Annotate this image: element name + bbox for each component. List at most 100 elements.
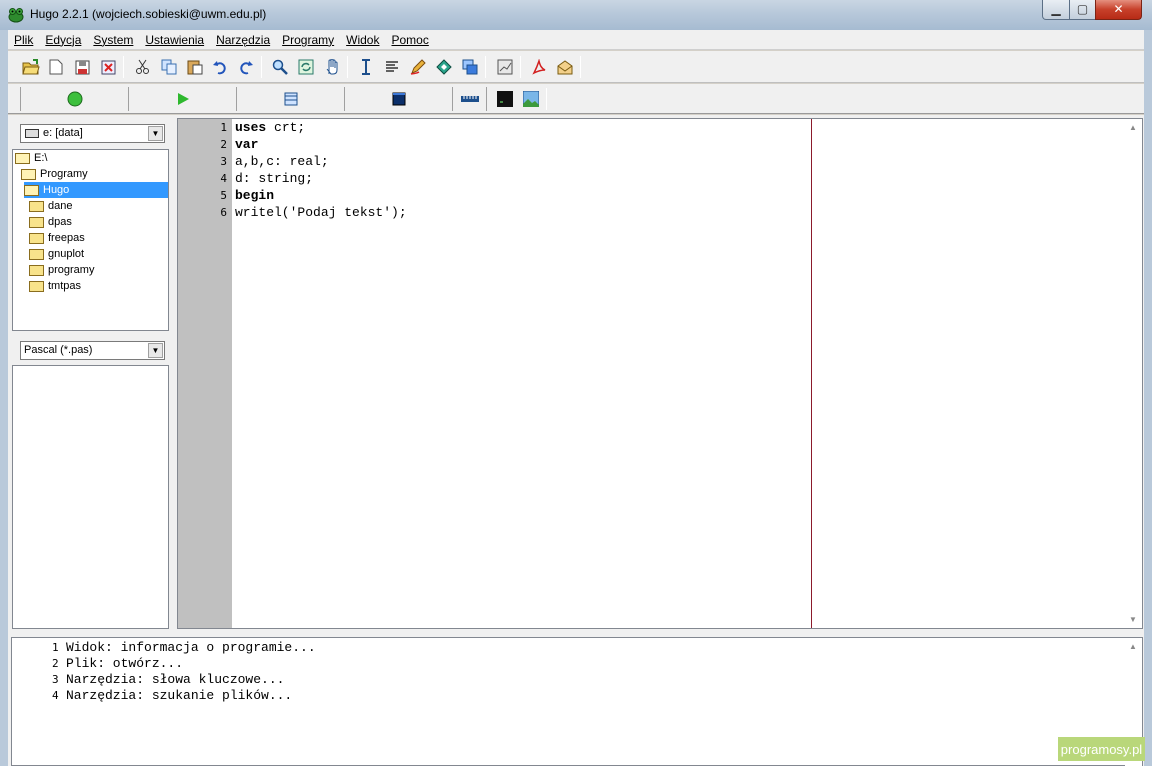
keyword: var <box>235 137 259 152</box>
tree-node-label: freepas <box>48 232 85 244</box>
folder-icon <box>29 248 44 260</box>
diamond-icon[interactable] <box>433 56 455 78</box>
code-line-5: begin <box>235 188 274 203</box>
line-number: 2 <box>52 657 59 670</box>
menu-edycja[interactable]: Edycja <box>39 30 87 47</box>
menu-pomoc[interactable]: Pomoc <box>385 30 434 47</box>
folder-icon <box>29 232 44 244</box>
tree-node-label: gnuplot <box>48 248 85 260</box>
redo-icon[interactable] <box>235 56 257 78</box>
folder-icon <box>29 200 44 212</box>
toolbar-separator <box>261 56 262 78</box>
log-line-4: Narzędzia: szukanie plików... <box>66 688 293 703</box>
pdf-icon[interactable] <box>528 56 550 78</box>
frog-icon <box>8 8 24 23</box>
menu-system[interactable]: System <box>87 30 139 47</box>
chevron-down-icon[interactable]: ▼ <box>148 126 163 141</box>
folder-icon <box>29 216 44 228</box>
terminal-icon[interactable] <box>494 88 516 110</box>
new-file-icon[interactable] <box>45 56 67 78</box>
code-line-3: a,b,c: real; <box>235 154 329 169</box>
list-icon[interactable] <box>381 56 403 78</box>
menu-ustawienia[interactable]: Ustawienia <box>139 30 210 47</box>
windows-icon[interactable] <box>459 56 481 78</box>
toolbar-separator <box>347 56 348 78</box>
find-icon[interactable] <box>269 56 291 78</box>
editor-scrollbar[interactable]: ▲ ▼ <box>1125 119 1142 628</box>
menu-programy[interactable]: Programy <box>276 30 340 47</box>
scroll-up-arrow[interactable]: ▲ <box>1129 642 1137 651</box>
tree-node-hugo[interactable]: Hugo <box>24 182 168 198</box>
file-filter-label: Pascal (*.pas) <box>24 344 93 356</box>
tree-node-e-drive[interactable]: E:\ <box>15 150 47 166</box>
pen-icon[interactable] <box>407 56 429 78</box>
drive-label: e: [data] <box>43 127 83 139</box>
run-button[interactable] <box>129 87 237 111</box>
drive-icon <box>25 129 39 138</box>
text-cursor-icon[interactable] <box>355 56 377 78</box>
close-file-icon[interactable] <box>97 56 119 78</box>
window-icon <box>284 92 297 106</box>
open-folder-icon[interactable] <box>20 56 42 78</box>
line-number: 2 <box>220 138 227 151</box>
toolbar-separator <box>580 56 581 78</box>
line-number: 6 <box>220 206 227 219</box>
ruler-button[interactable] <box>453 87 487 111</box>
file-filter-select[interactable]: Pascal (*.pas) ▼ <box>20 341 165 360</box>
close-window-button[interactable]: ✕ <box>1095 0 1142 20</box>
scroll-down-arrow[interactable]: ▼ <box>1129 615 1137 624</box>
scroll-up-arrow[interactable]: ▲ <box>1129 123 1137 132</box>
tree-node-freepas[interactable]: freepas <box>29 230 85 246</box>
menu-narzedzia[interactable]: Narzędzia <box>210 30 276 47</box>
tree-node-programy[interactable]: Programy <box>21 166 88 182</box>
copy-icon[interactable] <box>158 56 180 78</box>
code-line-2: var <box>235 137 258 152</box>
line-number: 5 <box>220 189 227 202</box>
tree-node-dane[interactable]: dane <box>29 198 72 214</box>
menu-plik[interactable]: Plik <box>8 30 39 47</box>
toolbar-separator <box>546 88 547 110</box>
toolbar-separator <box>485 56 486 78</box>
folder-icon <box>29 264 44 276</box>
hand-icon[interactable] <box>321 56 343 78</box>
folder-tree: E:\ Programy Hugo dane dpas freepas gnup… <box>12 149 169 331</box>
window-button[interactable] <box>237 87 345 111</box>
image-icon[interactable] <box>520 88 542 110</box>
log-line-2: Plik: otwórz... <box>66 656 184 671</box>
right-margin-line <box>811 119 812 628</box>
chevron-down-icon[interactable]: ▼ <box>148 343 163 358</box>
file-list[interactable] <box>12 365 169 629</box>
compile-button[interactable] <box>21 87 129 111</box>
console-button[interactable] <box>345 87 453 111</box>
replace-icon[interactable] <box>295 56 317 78</box>
mail-icon[interactable] <box>554 56 576 78</box>
code-line-1: uses crt; <box>235 120 306 135</box>
save-icon[interactable] <box>71 56 93 78</box>
compile-circle-icon <box>67 91 82 107</box>
tree-node-dpas[interactable]: dpas <box>29 214 72 230</box>
run-toolbar <box>8 84 1144 114</box>
chart-icon[interactable] <box>494 56 516 78</box>
tree-node-tmtpas[interactable]: tmtpas <box>29 278 81 294</box>
message-log[interactable]: 1 2 3 4 Widok: informacja o programie...… <box>11 637 1143 766</box>
pane-splitter[interactable] <box>8 630 1144 636</box>
code-editor[interactable]: 1 2 3 4 5 6 uses crt; var a,b,c: real; d… <box>177 118 1143 629</box>
tree-node-label: programy <box>48 264 95 276</box>
cut-icon[interactable] <box>132 56 154 78</box>
tree-node-programy-sub[interactable]: programy <box>29 262 94 278</box>
ruler-icon <box>460 96 479 102</box>
window-title: Hugo 2.2.1 (wojciech.sobieski@uwm.edu.pl… <box>30 7 267 21</box>
log-line-3: Narzędzia: słowa kluczowe... <box>66 672 285 687</box>
minimize-button[interactable]: ▁ <box>1042 0 1070 20</box>
tree-node-label: E:\ <box>34 152 48 164</box>
paste-icon[interactable] <box>184 56 206 78</box>
undo-icon[interactable] <box>209 56 231 78</box>
line-number: 3 <box>220 155 227 168</box>
line-number: 4 <box>220 172 227 185</box>
tree-node-label: Programy <box>40 168 88 180</box>
tree-node-gnuplot[interactable]: gnuplot <box>29 246 84 262</box>
drive-select[interactable]: e: [data] ▼ <box>20 124 165 143</box>
menu-bar: Plik Edycja System Ustawienia Narzędzia Progr… <box>8 30 1144 50</box>
maximize-button[interactable]: ▢ <box>1069 0 1096 20</box>
menu-widok[interactable]: Widok <box>340 30 385 47</box>
